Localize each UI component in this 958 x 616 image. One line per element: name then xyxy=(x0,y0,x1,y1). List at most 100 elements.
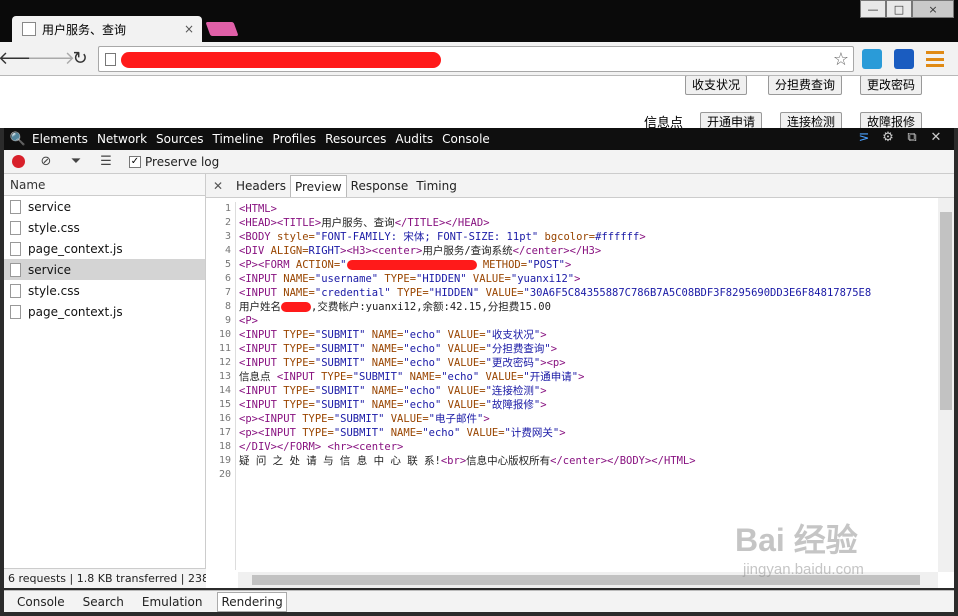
code-token: ><H3><center> xyxy=(340,245,423,257)
request-row[interactable]: service xyxy=(4,259,205,280)
fault-report-button[interactable]: 故障报修 xyxy=(860,112,923,128)
tab-console[interactable]: Console xyxy=(442,132,490,146)
address-bar[interactable]: ☆ xyxy=(98,46,854,72)
code-token: "echo" xyxy=(422,427,461,439)
line-number: 17 xyxy=(218,427,231,438)
dock-icon[interactable]: ⧉ xyxy=(900,130,924,145)
file-icon xyxy=(10,262,21,277)
code-token: > xyxy=(550,343,558,355)
forward-arrow-icon[interactable]: 🡒 xyxy=(27,47,75,71)
list-view-icon[interactable]: ☰ xyxy=(99,154,113,169)
close-icon[interactable]: ✕ xyxy=(210,175,226,197)
tab-sources[interactable]: Sources xyxy=(156,132,203,146)
code-token: <INPUT xyxy=(239,399,284,411)
tab-close-icon[interactable]: × xyxy=(182,22,196,36)
open-application-button[interactable]: 开通申请 xyxy=(700,112,763,128)
line-number: 15 xyxy=(218,399,231,410)
code-token: "收支状况" xyxy=(485,329,541,341)
extension-icon[interactable] xyxy=(894,49,914,69)
code-token: VALUE= xyxy=(460,427,505,439)
code-token: <P> xyxy=(239,315,258,327)
code-token: METHOD= xyxy=(476,259,528,271)
name-column-header[interactable]: Name xyxy=(4,174,205,196)
preserve-log-checkbox[interactable]: ✓ xyxy=(129,155,141,168)
code-token: "分担费查询" xyxy=(485,343,551,355)
code-token: > xyxy=(540,399,547,411)
code-token: TYPE= xyxy=(283,399,315,411)
minimize-button[interactable]: — xyxy=(860,0,886,18)
record-icon[interactable] xyxy=(12,155,25,168)
code-token: "SUBMIT" xyxy=(314,343,366,355)
code-line: <BODY style="FONT-FAMILY: 宋体; FONT-SIZE:… xyxy=(239,230,871,244)
tab-profiles[interactable]: Profiles xyxy=(273,132,317,146)
bookmark-star-icon[interactable]: ☆ xyxy=(833,49,849,70)
request-row[interactable]: style.css xyxy=(4,217,205,238)
fee-query-button[interactable]: 分担费查询 xyxy=(768,76,843,95)
tab-headers[interactable]: Headers xyxy=(232,175,290,197)
code-token: > xyxy=(483,413,490,425)
code-token: NAME= xyxy=(365,385,404,397)
code-token: <br> xyxy=(440,455,467,467)
drawer-tab-rendering[interactable]: Rendering xyxy=(217,591,287,612)
code-token: 用户姓名 xyxy=(239,301,281,313)
browser-tab[interactable]: 用户服务、查询 × xyxy=(12,16,202,42)
code-token: <BODY xyxy=(239,231,277,243)
code-line: <P><FORM ACTION=" METHOD="POST"> xyxy=(239,258,871,272)
close-icon[interactable]: ✕ xyxy=(924,130,948,145)
code-token: "计费网关" xyxy=(504,427,560,439)
drawer-tab-console[interactable]: Console xyxy=(14,593,68,611)
tab-network[interactable]: Network xyxy=(97,132,147,146)
line-number: 8 xyxy=(224,301,231,312)
code-token: </DIV></FORM> <hr><center> xyxy=(239,441,404,453)
gear-icon[interactable]: ⚙ xyxy=(876,130,900,145)
devtools-drawer: Console Search Emulation Rendering xyxy=(4,590,954,612)
connection-test-button[interactable]: 连接检测 xyxy=(780,112,843,128)
change-password-button[interactable]: 更改密码 xyxy=(860,76,923,95)
code-token: TYPE= xyxy=(302,427,334,439)
search-icon[interactable]: 🔍 xyxy=(4,132,32,147)
code-token: VALUE= xyxy=(441,329,486,341)
code-token: TYPE= xyxy=(378,273,417,285)
close-window-button[interactable]: × xyxy=(912,0,954,18)
code-token: "30A6F5C84355887C786B7A5C08BDF3F8295690D… xyxy=(523,287,872,299)
maximize-button[interactable]: □ xyxy=(886,0,912,18)
extension-icon[interactable] xyxy=(862,49,882,69)
code-token: <INPUT xyxy=(239,329,284,341)
scroll-thumb[interactable] xyxy=(940,212,952,410)
tab-response[interactable]: Response xyxy=(347,175,413,197)
code-token: VALUE= xyxy=(441,357,486,369)
tab-timing[interactable]: Timing xyxy=(412,175,461,197)
request-row[interactable]: style.css xyxy=(4,280,205,301)
menu-icon[interactable] xyxy=(926,51,944,67)
code-token: <INPUT xyxy=(239,273,284,285)
reload-icon[interactable]: ↻ xyxy=(68,47,92,71)
request-row[interactable]: page_context.js xyxy=(4,301,205,322)
filter-icon[interactable]: ⏷ xyxy=(69,154,83,169)
browser-toolbar: 🡐 🡒 ↻ ☆ xyxy=(0,42,958,76)
tab-elements[interactable]: Elements xyxy=(32,132,88,146)
tab-resources[interactable]: Resources xyxy=(325,132,386,146)
code-token: TYPE= xyxy=(390,287,429,299)
tab-audits[interactable]: Audits xyxy=(395,132,433,146)
tab-preview[interactable]: Preview xyxy=(289,175,347,197)
request-row[interactable]: page_context.js xyxy=(4,238,205,259)
code-token: <INPUT xyxy=(239,357,284,369)
code-token: VALUE= xyxy=(441,343,486,355)
code-token: <INPUT xyxy=(239,343,284,355)
code-token: " xyxy=(340,259,347,271)
code-token: TYPE= xyxy=(283,357,315,369)
drawer-tab-emulation[interactable]: Emulation xyxy=(139,593,206,611)
show-drawer-icon[interactable]: ⋝ xyxy=(852,130,876,145)
drawer-tab-search[interactable]: Search xyxy=(80,593,127,611)
code-token: TYPE= xyxy=(283,385,315,397)
request-row[interactable]: service xyxy=(4,196,205,217)
vertical-scrollbar[interactable] xyxy=(938,198,954,572)
clear-icon[interactable]: ⊘ xyxy=(39,154,53,169)
income-status-button[interactable]: 收支状况 xyxy=(685,76,748,95)
code-token: 信息中心版权所有 xyxy=(466,455,551,467)
tab-timeline[interactable]: Timeline xyxy=(213,132,264,146)
new-tab-button[interactable] xyxy=(205,22,239,36)
code-token: VALUE= xyxy=(441,399,486,411)
code-token: "SUBMIT" xyxy=(314,399,366,411)
code-line: <HEAD><TITLE>用户服务、查询</TITLE></HEAD> xyxy=(239,216,871,230)
